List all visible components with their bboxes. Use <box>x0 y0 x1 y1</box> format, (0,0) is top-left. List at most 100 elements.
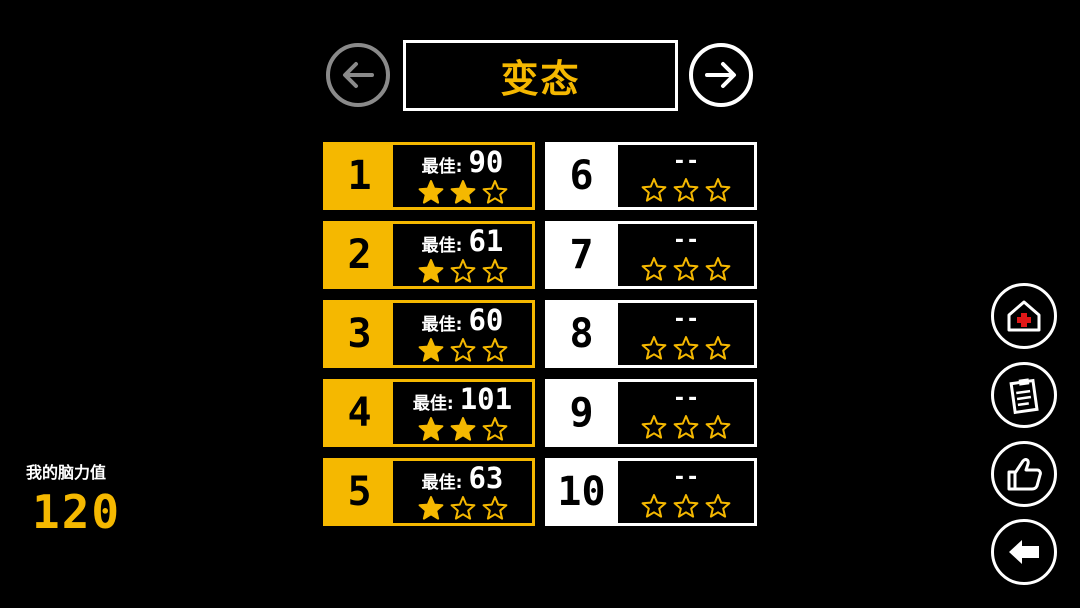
star-empty-icon <box>673 257 699 281</box>
arrow-right-icon <box>705 62 736 88</box>
level-7-button[interactable]: 7 -- <box>545 221 757 289</box>
home-button[interactable] <box>991 283 1057 349</box>
star-empty-icon <box>641 178 667 202</box>
star-filled-icon <box>418 338 443 362</box>
best-score: 最佳: 101 <box>413 384 512 414</box>
star-rating <box>641 414 731 440</box>
star-empty-icon <box>450 496 475 520</box>
star-filled-icon <box>418 180 443 204</box>
level-number: 6 <box>548 145 615 207</box>
level-3-button[interactable]: 3 最佳: 60 <box>323 300 535 368</box>
star-empty-icon <box>673 494 699 518</box>
level-grid: 1 最佳: 90 2 最佳: 61 3 最佳: 60 4 最佳: 101 5 最佳: 63 6 -- 7 -- 8 --… <box>323 142 757 526</box>
best-score-label: 最佳: <box>412 394 454 414</box>
star-empty-icon <box>482 259 507 283</box>
best-score-label: 最佳: <box>421 236 463 256</box>
best-score-label: 最佳: <box>421 473 463 493</box>
level-number: 4 <box>326 382 393 444</box>
star-empty-icon <box>641 415 667 439</box>
star-empty-icon <box>482 338 507 362</box>
level-info: 最佳: 63 <box>393 461 532 523</box>
level-info: 最佳: 101 <box>393 382 532 444</box>
next-category-button[interactable] <box>689 43 753 107</box>
level-info: -- <box>615 461 754 523</box>
prev-category-button[interactable] <box>326 43 390 107</box>
like-button[interactable] <box>991 441 1057 507</box>
star-empty-icon <box>482 496 507 520</box>
level-number: 2 <box>326 224 393 286</box>
star-empty-icon <box>705 415 731 439</box>
star-rating <box>418 416 508 442</box>
best-score: 最佳: 90 <box>422 147 504 177</box>
best-score-value: 101 <box>459 382 513 416</box>
clipboard-icon <box>1009 378 1039 415</box>
star-filled-icon <box>450 417 475 441</box>
star-empty-icon <box>705 257 731 281</box>
level-number: 7 <box>548 224 615 286</box>
star-empty-icon <box>641 336 667 360</box>
no-score-placeholder: -- <box>672 386 700 411</box>
best-score: 最佳: 63 <box>422 463 504 493</box>
level-9-button[interactable]: 9 -- <box>545 379 757 447</box>
star-filled-icon <box>418 417 443 441</box>
best-score: 最佳: 60 <box>422 305 504 335</box>
brain-power-value: 120 <box>32 485 122 539</box>
level-info: -- <box>615 145 754 207</box>
back-button[interactable] <box>991 519 1057 585</box>
level-info: -- <box>615 224 754 286</box>
star-rating <box>641 493 731 519</box>
star-rating <box>641 256 731 282</box>
best-score-value: 90 <box>468 145 504 179</box>
star-rating <box>641 335 731 361</box>
level-info: -- <box>615 382 754 444</box>
level-number: 9 <box>548 382 615 444</box>
level-6-button[interactable]: 6 -- <box>545 142 757 210</box>
records-button[interactable] <box>991 362 1057 428</box>
level-info: 最佳: 90 <box>393 145 532 207</box>
best-score: 最佳: 61 <box>422 226 504 256</box>
star-empty-icon <box>673 415 699 439</box>
no-score-placeholder: -- <box>672 465 700 490</box>
best-score-value: 63 <box>468 461 504 495</box>
best-score-label: 最佳: <box>421 157 463 177</box>
level-5-button[interactable]: 5 最佳: 63 <box>323 458 535 526</box>
no-score-placeholder: -- <box>672 307 700 332</box>
hospital-home-icon <box>1007 300 1041 332</box>
star-empty-icon <box>705 494 731 518</box>
star-filled-icon <box>418 496 443 520</box>
star-empty-icon <box>641 257 667 281</box>
star-filled-icon <box>450 180 475 204</box>
thumbs-up-icon <box>1007 458 1042 491</box>
star-empty-icon <box>641 494 667 518</box>
level-info: 最佳: 61 <box>393 224 532 286</box>
star-rating <box>418 258 508 284</box>
no-score-placeholder: -- <box>672 228 700 253</box>
brain-power-label: 我的脑力值 <box>26 463 107 482</box>
level-info: 最佳: 60 <box>393 303 532 365</box>
star-empty-icon <box>673 178 699 202</box>
level-number: 1 <box>326 145 393 207</box>
star-empty-icon <box>482 417 507 441</box>
back-arrow-icon <box>1009 540 1039 564</box>
level-1-button[interactable]: 1 最佳: 90 <box>323 142 535 210</box>
star-empty-icon <box>450 259 475 283</box>
level-8-button[interactable]: 8 -- <box>545 300 757 368</box>
level-4-button[interactable]: 4 最佳: 101 <box>323 379 535 447</box>
level-number: 3 <box>326 303 393 365</box>
level-number: 8 <box>548 303 615 365</box>
star-rating <box>418 337 508 363</box>
star-empty-icon <box>482 180 507 204</box>
category-title: 变态 <box>403 40 678 111</box>
level-info: -- <box>615 303 754 365</box>
star-empty-icon <box>450 338 475 362</box>
level-2-button[interactable]: 2 最佳: 61 <box>323 221 535 289</box>
best-score-value: 61 <box>468 224 504 258</box>
level-10-button[interactable]: 10 -- <box>545 458 757 526</box>
star-rating <box>418 495 508 521</box>
arrow-left-icon <box>343 62 374 88</box>
level-number: 10 <box>548 461 615 523</box>
star-rating <box>418 179 508 205</box>
no-score-placeholder: -- <box>672 149 700 174</box>
best-score-value: 60 <box>468 303 504 337</box>
best-score-label: 最佳: <box>421 315 463 335</box>
